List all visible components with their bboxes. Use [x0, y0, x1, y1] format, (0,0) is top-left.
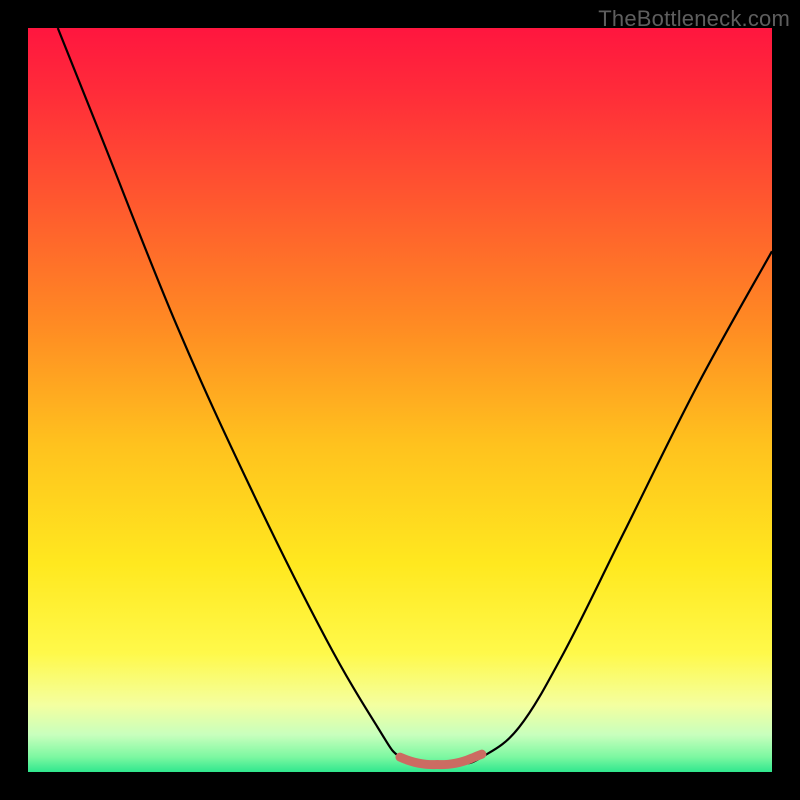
plot-area [28, 28, 772, 772]
trough-marker [400, 754, 482, 764]
curve-layer [28, 28, 772, 772]
watermark-text: TheBottleneck.com [598, 6, 790, 32]
bottleneck-curve [58, 28, 772, 766]
chart-frame: TheBottleneck.com [0, 0, 800, 800]
